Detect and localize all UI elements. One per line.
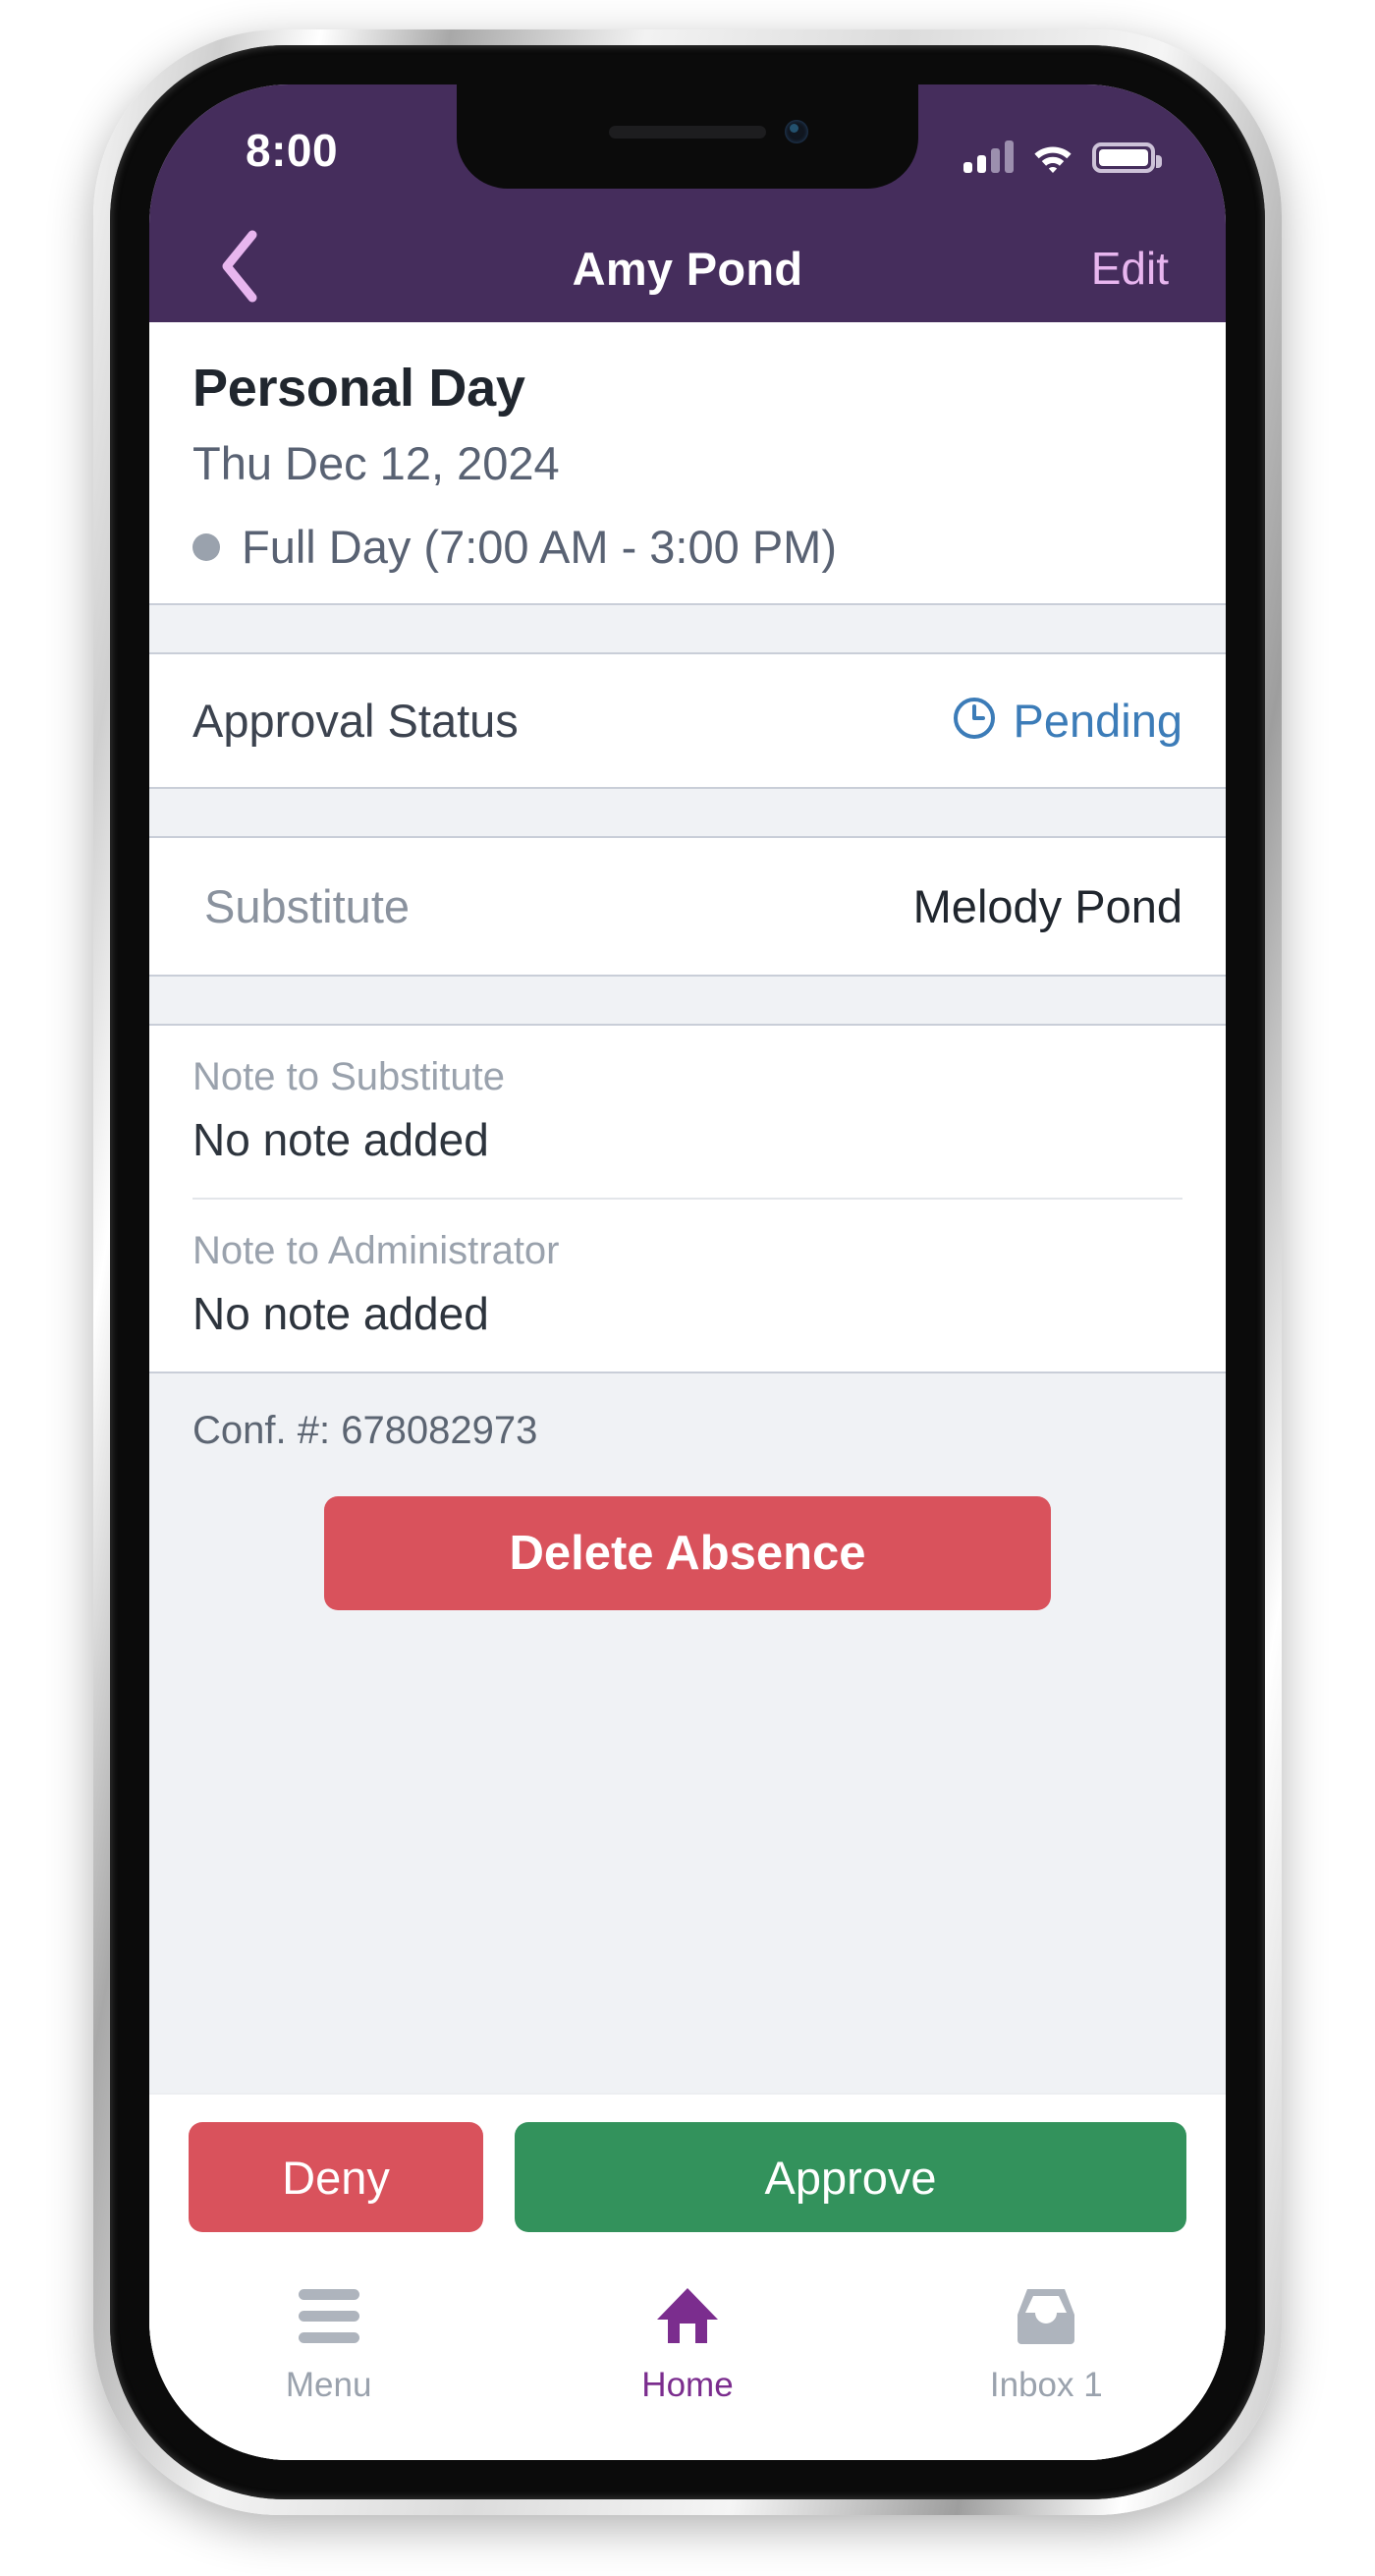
home-icon (654, 2283, 721, 2348)
status-bar-icons (963, 128, 1162, 173)
tab-home-label: Home (641, 2366, 734, 2404)
duration-dot-icon (192, 532, 220, 561)
absence-duration: Full Day (7:00 AM - 3:00 PM) (242, 521, 837, 573)
page-title: Amy Pond (572, 242, 803, 295)
signal-bars-icon (963, 140, 1014, 173)
substitute-row[interactable]: Substitute Melody Pond (149, 838, 1226, 975)
section-divider-band (149, 603, 1226, 654)
status-bar: 8:00 (149, 84, 1226, 214)
section-divider-band (149, 787, 1226, 838)
approval-status-label: Approval Status (192, 695, 519, 747)
confirmation-number: Conf. #: 678082973 (192, 1409, 538, 1452)
confirmation-section: Conf. #: 678082973 Delete Absence (149, 1372, 1226, 2093)
back-button[interactable] (196, 226, 281, 310)
navigation-bar: Amy Pond Edit (149, 214, 1226, 322)
tab-inbox[interactable]: Inbox 1 (867, 2283, 1226, 2405)
approve-button[interactable]: Approve (515, 2122, 1186, 2232)
edit-button[interactable]: Edit (1091, 242, 1169, 295)
tab-inbox-label: Inbox 1 (989, 2366, 1103, 2404)
note-to-administrator-block[interactable]: Note to Administrator No note added (149, 1200, 1226, 1372)
note-to-substitute-label: Note to Substitute (192, 1055, 505, 1098)
front-camera (785, 120, 808, 143)
inbox-icon (1014, 2283, 1078, 2348)
section-divider-band (149, 975, 1226, 1026)
clock-icon (951, 695, 998, 747)
device-notch (457, 84, 918, 189)
delete-absence-button[interactable]: Delete Absence (324, 1496, 1051, 1610)
chevron-left-icon (217, 229, 260, 308)
approval-status-row[interactable]: Approval Status Pending (149, 654, 1226, 787)
absence-type: Personal Day (192, 359, 525, 418)
wifi-icon (1031, 140, 1074, 173)
hamburger-menu-icon (298, 2283, 359, 2348)
battery-icon (1092, 142, 1162, 173)
tab-home[interactable]: Home (508, 2283, 866, 2405)
substitute-name: Melody Pond (912, 880, 1182, 932)
note-to-substitute-value: No note added (192, 1114, 489, 1165)
action-bar: Deny Approve (149, 2093, 1226, 2258)
bottom-tab-bar: Menu Home Inbox 1 (149, 2258, 1226, 2460)
substitute-label: Substitute (204, 880, 411, 932)
absence-duration-row: Full Day (7:00 AM - 3:00 PM) (192, 520, 1182, 574)
phone-screen: 8:00 Amy Pond Edit Personal Day Thu Dec … (149, 84, 1226, 2460)
tab-menu-label: Menu (285, 2366, 372, 2404)
note-to-substitute-block[interactable]: Note to Substitute No note added (149, 1026, 1226, 1198)
earpiece-speaker (609, 126, 766, 139)
note-to-administrator-value: No note added (192, 1288, 489, 1339)
absence-date: Thu Dec 12, 2024 (192, 437, 560, 489)
deny-button[interactable]: Deny (189, 2122, 483, 2232)
status-badge: Pending (1013, 695, 1183, 747)
status-bar-time: 8:00 (246, 125, 339, 176)
tab-menu[interactable]: Menu (149, 2283, 508, 2405)
absence-summary: Personal Day Thu Dec 12, 2024 Full Day (… (149, 322, 1226, 603)
approval-status-value: Pending (951, 694, 1183, 748)
content-area: Personal Day Thu Dec 12, 2024 Full Day (… (149, 322, 1226, 2460)
note-to-administrator-label: Note to Administrator (192, 1229, 560, 1272)
